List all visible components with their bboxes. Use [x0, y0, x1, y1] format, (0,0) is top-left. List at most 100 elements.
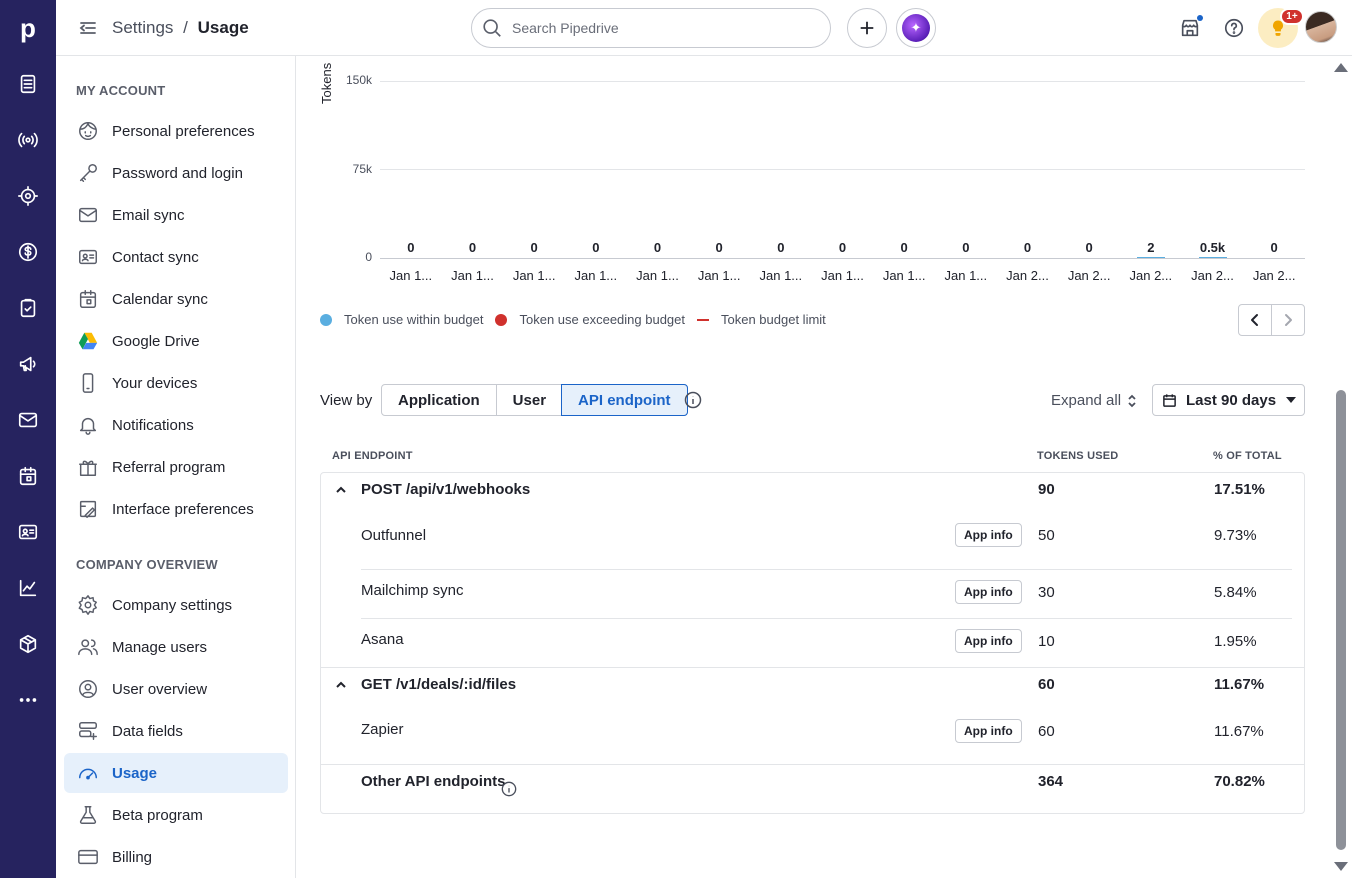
- sidebar-item-your-devices[interactable]: Your devices: [64, 363, 288, 403]
- products-icon[interactable]: [0, 616, 56, 672]
- sidebar-item-data-fields[interactable]: Data fields: [64, 711, 288, 751]
- x-tick-label: Jan 1...: [451, 268, 494, 283]
- chart-prev-button[interactable]: [1239, 305, 1271, 335]
- chart-next-button[interactable]: [1271, 305, 1304, 335]
- percent-total: 11.67%: [1214, 675, 1265, 693]
- google-drive-icon: [76, 329, 100, 353]
- deals-icon[interactable]: [0, 56, 56, 112]
- tokens-used: 60: [1038, 723, 1055, 740]
- sidebar-item-contact-sync[interactable]: Contact sync: [64, 237, 288, 277]
- percent-total: 9.73%: [1214, 527, 1257, 544]
- search-input[interactable]: [512, 20, 812, 36]
- phone-icon: [76, 371, 100, 395]
- sidebar-item-billing[interactable]: Billing: [64, 837, 288, 877]
- contacts-icon[interactable]: [0, 504, 56, 560]
- expand-all-button[interactable]: Expand all: [1051, 392, 1139, 409]
- sort-arrows-icon: [1128, 394, 1136, 407]
- notification-badge: 1+: [1280, 8, 1304, 25]
- app-name: Outfunnel: [361, 526, 427, 544]
- more-icon[interactable]: [0, 672, 56, 728]
- percent-total: 5.84%: [1214, 584, 1257, 601]
- data-label: 0: [900, 240, 908, 255]
- campaigns-icon[interactable]: [0, 336, 56, 392]
- leads-icon[interactable]: [0, 112, 56, 168]
- insights-icon[interactable]: [0, 560, 56, 616]
- sidebar-item-email-sync[interactable]: Email sync: [64, 195, 288, 235]
- group-divider: [321, 667, 1304, 668]
- sidebar-item-user-overview[interactable]: User overview: [64, 669, 288, 709]
- legend-line-budget-limit: [697, 318, 709, 321]
- scroll-down-arrow[interactable]: [1334, 862, 1348, 871]
- x-tick-label: Jan 2...: [1191, 268, 1234, 283]
- data-label: 0: [468, 240, 477, 255]
- chart-bar[interactable]: [1136, 257, 1165, 258]
- app-info-button[interactable]: App info: [955, 523, 1022, 547]
- data-label: 0: [1023, 240, 1032, 255]
- chart-legend: Token use within budget Token use exceed…: [320, 312, 838, 327]
- scrollbar-thumb[interactable]: [1336, 390, 1346, 850]
- my-account-heading: MY ACCOUNT: [76, 83, 166, 98]
- legend-item: Token use within budget: [320, 312, 483, 327]
- app-info-button[interactable]: App info: [955, 719, 1022, 743]
- sidebar-item-beta-program[interactable]: Beta program: [64, 795, 288, 835]
- info-icon[interactable]: [501, 781, 519, 799]
- pipedrive-logo[interactable]: p: [0, 0, 56, 56]
- focus-icon[interactable]: [0, 168, 56, 224]
- marketplace-icon[interactable]: [1176, 14, 1204, 42]
- help-icon[interactable]: [1220, 14, 1248, 42]
- tokens-used: 10: [1038, 633, 1055, 650]
- company-overview-heading: COMPANY OVERVIEW: [76, 557, 218, 572]
- gift-icon: [76, 455, 100, 479]
- legend-label: Token use within budget: [344, 312, 484, 327]
- user-avatar[interactable]: [1305, 11, 1337, 43]
- date-range-dropdown[interactable]: Last 90 days: [1152, 384, 1305, 416]
- legend-label: Token budget limit: [721, 312, 826, 327]
- column-header-api-endpoint: API ENDPOINT: [332, 450, 413, 462]
- tokens-used: 30: [1038, 584, 1055, 601]
- chevron-up-icon[interactable]: [335, 678, 347, 690]
- ai-assistant-button[interactable]: ✦: [896, 8, 936, 48]
- tokens-used: 60: [1038, 675, 1055, 693]
- tokens-used: 50: [1038, 527, 1055, 544]
- x-tick-label: Jan 1...: [944, 268, 988, 283]
- chevron-up-icon[interactable]: [335, 483, 347, 495]
- search-box[interactable]: [471, 8, 831, 48]
- tab-user[interactable]: User: [495, 385, 562, 415]
- sidebar-item-notifications[interactable]: Notifications: [64, 405, 288, 445]
- data-label: 0: [407, 240, 415, 255]
- data-label: 0.5k: [1199, 240, 1226, 255]
- app-info-button[interactable]: App info: [955, 580, 1022, 604]
- percent-total: 17.51%: [1214, 480, 1265, 498]
- ai-sparkle-icon: ✦: [902, 14, 930, 42]
- data-label: 0: [838, 240, 847, 255]
- scroll-up-arrow[interactable]: [1334, 63, 1348, 72]
- sidebar-item-interface-preferences[interactable]: Interface preferences: [64, 489, 288, 529]
- dollar-icon[interactable]: [0, 224, 56, 280]
- activities-icon[interactable]: [0, 280, 56, 336]
- sidebar-item-personal-preferences[interactable]: Personal preferences: [64, 111, 288, 151]
- calendar-icon[interactable]: [0, 448, 56, 504]
- info-icon[interactable]: [684, 391, 702, 409]
- sidebar-item-calendar-sync[interactable]: Calendar sync: [64, 279, 288, 319]
- data-label: 0: [777, 240, 785, 255]
- grid-line: [380, 169, 1305, 170]
- tab-application[interactable]: Application: [382, 385, 496, 415]
- mail-icon[interactable]: [0, 392, 56, 448]
- quick-add-button[interactable]: [847, 8, 887, 48]
- calendar-icon: [76, 287, 100, 311]
- flask-icon: [76, 803, 100, 827]
- sidebar-item-company-settings[interactable]: Company settings: [64, 585, 288, 625]
- sidebar-item-usage[interactable]: Usage: [64, 753, 288, 793]
- app-info-button[interactable]: App info: [955, 629, 1022, 653]
- y-tick-label: 150k: [345, 73, 372, 87]
- sidebar-item-referral-program[interactable]: Referral program: [64, 447, 288, 487]
- tokens-used: 364: [1038, 772, 1064, 790]
- breadcrumb-settings[interactable]: Settings: [112, 18, 173, 37]
- percent-total: 1.95%: [1214, 633, 1257, 650]
- tab-api-endpoint[interactable]: API endpoint: [561, 384, 688, 416]
- sidebar-item-google-drive[interactable]: Google Drive: [64, 321, 288, 361]
- sidebar-item-password-and-login[interactable]: Password and login: [64, 153, 288, 193]
- chart-bar[interactable]: [1198, 257, 1227, 258]
- collapse-menu-icon[interactable]: [78, 18, 98, 38]
- sidebar-item-manage-users[interactable]: Manage users: [64, 627, 288, 667]
